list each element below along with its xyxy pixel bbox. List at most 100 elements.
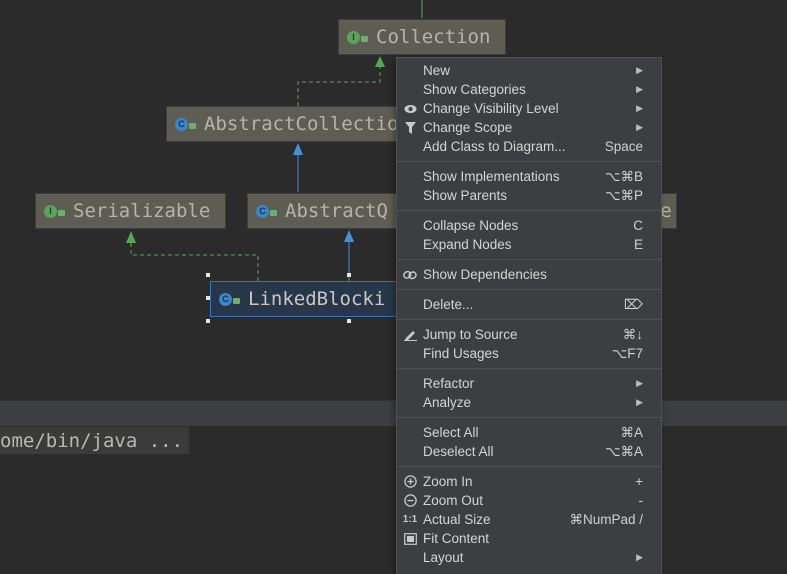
resize-handle[interactable] [206, 319, 210, 323]
menu-separator [397, 466, 661, 467]
menu-separator [397, 161, 661, 162]
menu-item-label: Collapse Nodes [423, 218, 519, 233]
link-icon [403, 267, 417, 282]
menu-item-shortcut: ⌘↓ [622, 326, 643, 342]
menu-item-label: Fit Content [423, 531, 490, 546]
menu-item-fit-content[interactable]: Fit Content [397, 529, 661, 548]
node-linked-blocking[interactable]: C LinkedBlocki [210, 281, 402, 317]
actual-size-icon: 1:1 [402, 514, 418, 525]
resize-handle[interactable] [347, 273, 351, 277]
menu-item-show-categories[interactable]: Show Categories ▶ [397, 80, 661, 99]
node-label: AbstractQ [285, 200, 388, 222]
node-abstract-collection[interactable]: C AbstractCollectio [166, 106, 402, 142]
menu-item-label: Jump to Source [423, 327, 518, 342]
arrowhead-blue [344, 230, 354, 242]
uml-diagram-canvas[interactable]: I Collection C AbstractCollectio I Seria… [0, 0, 787, 400]
menu-item-label: Change Scope [423, 120, 513, 135]
resize-handle[interactable] [206, 273, 210, 277]
menu-item-shortcut: ⌘A [620, 424, 643, 440]
menu-item-label: Layout [423, 550, 464, 565]
menu-item-zoom-in[interactable]: Zoom In + [397, 472, 661, 491]
menu-item-shortcut: ⌦ [623, 296, 643, 312]
submenu-arrow-icon: ▶ [636, 378, 643, 388]
menu-item-label: Actual Size [423, 512, 491, 527]
menu-item-find-usages[interactable]: Find Usages ⌥F7 [397, 344, 661, 363]
node-label: LinkedBlocki [248, 288, 386, 310]
submenu-arrow-icon: ▶ [636, 103, 643, 113]
class-icon: C [256, 204, 277, 218]
menu-item-shortcut: + [635, 474, 643, 489]
edge-linked-serializable [130, 242, 259, 281]
menu-item-change-visibility-level[interactable]: Change Visibility Level ▶ [397, 99, 661, 118]
fit-content-icon [403, 531, 417, 546]
menu-item-label: Deselect All [423, 444, 494, 459]
menu-item-label: New [423, 63, 451, 78]
submenu-arrow-icon: ▶ [636, 84, 643, 94]
interface-icon: I [347, 30, 368, 44]
menu-separator [397, 319, 661, 320]
menu-item-shortcut: Space [604, 139, 643, 154]
console-line-text: ome/bin/java ... [0, 429, 184, 452]
menu-item-collapse-nodes[interactable]: Collapse Nodes C [397, 216, 661, 235]
menu-item-jump-to-source[interactable]: Jump to Source ⌘↓ [397, 325, 661, 344]
class-icon: C [175, 117, 196, 131]
menu-item-shortcut: ⌥F7 [611, 345, 643, 361]
menu-item-shortcut: E [633, 237, 643, 252]
menu-separator [397, 289, 661, 290]
menu-item-new[interactable]: New ▶ [397, 61, 661, 80]
menu-item-label: Zoom Out [423, 493, 484, 508]
menu-item-label: Delete... [423, 297, 474, 312]
menu-item-expand-nodes[interactable]: Expand Nodes E [397, 235, 661, 254]
menu-item-show-implementations[interactable]: Show Implementations ⌥⌘B [397, 167, 661, 186]
arrowhead-green [375, 56, 385, 67]
menu-item-shortcut: ⌥⌘B [604, 168, 643, 184]
menu-item-layout[interactable]: Layout ▶ [397, 548, 661, 567]
submenu-arrow-icon: ▶ [636, 552, 643, 562]
menu-item-label: Expand Nodes [423, 237, 512, 252]
menu-item-delete[interactable]: Delete... ⌦ [397, 295, 661, 314]
interface-icon: I [44, 204, 65, 218]
menu-item-refactor[interactable]: Refactor ▶ [397, 374, 661, 393]
menu-item-label: Find Usages [423, 346, 499, 361]
submenu-arrow-icon: ▶ [636, 122, 643, 132]
menu-item-label: Select All [423, 425, 479, 440]
context-menu: New ▶ Show Categories ▶ Change Visibility Le… [396, 57, 662, 574]
zoom-in-icon [403, 474, 417, 489]
resize-handle[interactable] [206, 296, 210, 300]
menu-item-change-scope[interactable]: Change Scope ▶ [397, 118, 661, 137]
node-label: Collection [376, 26, 491, 48]
menu-item-label: Zoom In [423, 474, 473, 489]
menu-item-shortcut: - [638, 493, 644, 508]
menu-item-show-dependencies[interactable]: Show Dependencies [397, 265, 661, 284]
run-tool-window-header [0, 400, 787, 426]
resize-handle[interactable] [347, 319, 351, 323]
class-icon: C [219, 292, 240, 306]
menu-item-actual-size[interactable]: 1:1 Actual Size ⌘NumPad / [397, 510, 661, 529]
menu-separator [397, 259, 661, 260]
zoom-out-icon [403, 493, 417, 508]
menu-separator [397, 417, 661, 418]
menu-item-label: Add Class to Diagram... [423, 139, 566, 154]
menu-separator [397, 368, 661, 369]
menu-item-select-all[interactable]: Select All ⌘A [397, 423, 661, 442]
node-label: Serializable [73, 200, 211, 222]
arrowhead-blue [293, 143, 303, 155]
menu-item-shortcut: C [633, 218, 643, 233]
menu-item-shortcut: ⌘NumPad / [569, 511, 643, 527]
menu-item-show-parents[interactable]: Show Parents ⌥⌘P [397, 186, 661, 205]
node-collection[interactable]: I Collection [338, 19, 506, 55]
menu-item-label: Show Dependencies [423, 267, 547, 282]
pencil-icon [403, 327, 417, 342]
menu-item-label: Refactor [423, 376, 475, 391]
menu-item-zoom-out[interactable]: Zoom Out - [397, 491, 661, 510]
node-label: AbstractCollectio [204, 113, 399, 135]
filter-icon [403, 120, 417, 135]
menu-item-label: Change Visibility Level [423, 101, 559, 116]
menu-item-deselect-all[interactable]: Deselect All ⌥⌘A [397, 442, 661, 461]
menu-item-analyze[interactable]: Analyze ▶ [397, 393, 661, 412]
submenu-arrow-icon: ▶ [636, 65, 643, 75]
node-serializable[interactable]: I Serializable [35, 193, 226, 229]
node-abstract-queue[interactable]: C AbstractQ [247, 193, 402, 229]
menu-separator [397, 210, 661, 211]
menu-item-add-class-to-diagram[interactable]: Add Class to Diagram... Space [397, 137, 661, 156]
